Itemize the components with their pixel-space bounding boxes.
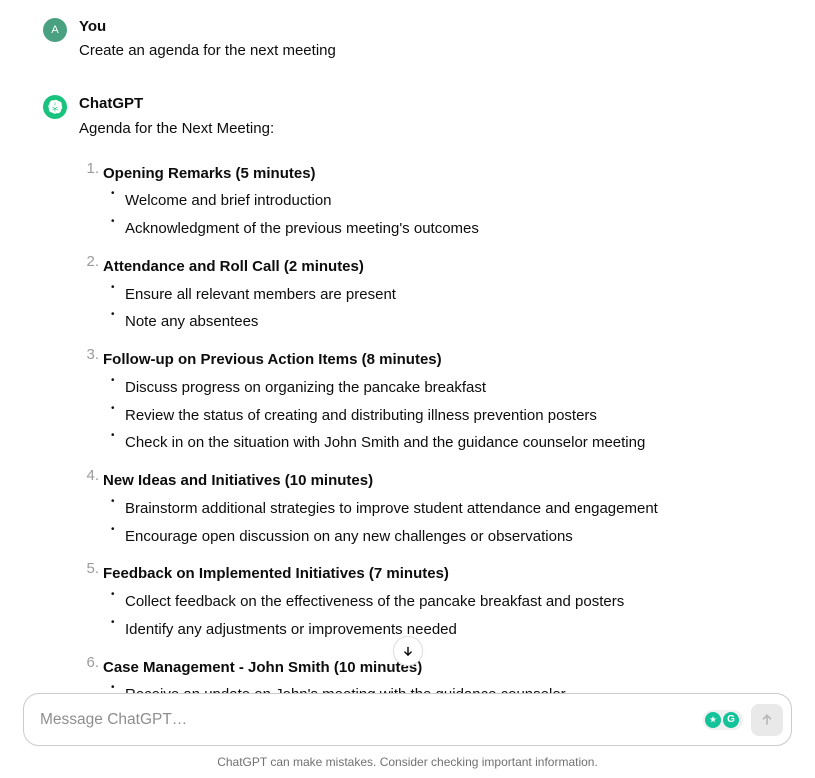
agenda-item: New Ideas and Initiatives (10 minutes)Br… [79, 467, 787, 550]
agenda-sub-item: Welcome and brief introduction [103, 187, 787, 215]
user-avatar: A [43, 18, 67, 42]
agenda-sub-list: Discuss progress on organizing the panca… [103, 374, 787, 457]
assistant-avatar [43, 95, 67, 119]
scroll-down-button[interactable] [393, 636, 423, 666]
user-message: A You Create an agenda for the next meet… [43, 18, 787, 63]
chat-container: A You Create an agenda for the next meet… [0, 0, 815, 719]
agenda-sub-item: Acknowledgment of the previous meeting's… [103, 215, 787, 243]
agenda-sub-list: Welcome and brief introductionAcknowledg… [103, 187, 787, 243]
user-text: Create an agenda for the next meeting [79, 39, 787, 63]
user-sender-name: You [79, 18, 787, 35]
input-extension-badges: G [703, 710, 743, 730]
message-input-bar: G [23, 693, 792, 746]
agenda-item: Opening Remarks (5 minutes)Welcome and b… [79, 160, 787, 243]
agenda-sub-item: Discuss progress on organizing the panca… [103, 374, 787, 402]
grammarly-badge[interactable]: G [703, 710, 743, 730]
agenda-item-title: New Ideas and Initiatives (10 minutes) [103, 467, 787, 495]
agenda-item-title: Feedback on Implemented Initiatives (7 m… [103, 560, 787, 588]
avatar-letter: A [51, 24, 58, 36]
agenda-item: Feedback on Implemented Initiatives (7 m… [79, 560, 787, 643]
message-input[interactable] [40, 711, 703, 729]
agenda-sub-item: Ensure all relevant members are present [103, 281, 787, 309]
badge-icon-1 [705, 712, 721, 728]
assistant-intro: Agenda for the Next Meeting: [79, 116, 787, 142]
agenda-sub-item: Note any absentees [103, 308, 787, 336]
agenda-sub-list: Ensure all relevant members are presentN… [103, 281, 787, 337]
agenda-sub-item: Check in on the situation with John Smit… [103, 429, 787, 457]
agenda-item: Attendance and Roll Call (2 minutes)Ensu… [79, 253, 787, 336]
agenda-item-title: Attendance and Roll Call (2 minutes) [103, 253, 787, 281]
user-message-content: You Create an agenda for the next meetin… [79, 18, 787, 63]
agenda-sub-list: Brainstorm additional strategies to impr… [103, 495, 787, 551]
assistant-message: ChatGPT Agenda for the Next Meeting: Ope… [43, 95, 787, 719]
agenda-item-title: Opening Remarks (5 minutes) [103, 160, 787, 188]
agenda-sub-item: Encourage open discussion on any new cha… [103, 523, 787, 551]
chatgpt-logo-icon [47, 99, 63, 115]
agenda-item: Follow-up on Previous Action Items (8 mi… [79, 346, 787, 457]
arrow-down-icon [401, 644, 415, 658]
agenda-sub-list: Collect feedback on the effectiveness of… [103, 588, 787, 644]
agenda-sub-item: Identify any adjustments or improvements… [103, 616, 787, 644]
agenda-sub-item: Brainstorm additional strategies to impr… [103, 495, 787, 523]
agenda-item-title: Follow-up on Previous Action Items (8 mi… [103, 346, 787, 374]
badge-icon-2: G [723, 712, 739, 728]
agenda-item-title: Case Management - John Smith (10 minutes… [103, 654, 787, 682]
agenda-list: Opening Remarks (5 minutes)Welcome and b… [79, 160, 787, 710]
assistant-message-content: ChatGPT Agenda for the Next Meeting: Ope… [79, 95, 787, 719]
agenda-sub-item: Review the status of creating and distri… [103, 402, 787, 430]
send-button[interactable] [751, 704, 783, 736]
arrow-up-icon [759, 712, 775, 728]
assistant-sender-name: ChatGPT [79, 95, 787, 112]
footer-disclaimer: ChatGPT can make mistakes. Consider chec… [0, 755, 815, 769]
agenda-sub-item: Collect feedback on the effectiveness of… [103, 588, 787, 616]
